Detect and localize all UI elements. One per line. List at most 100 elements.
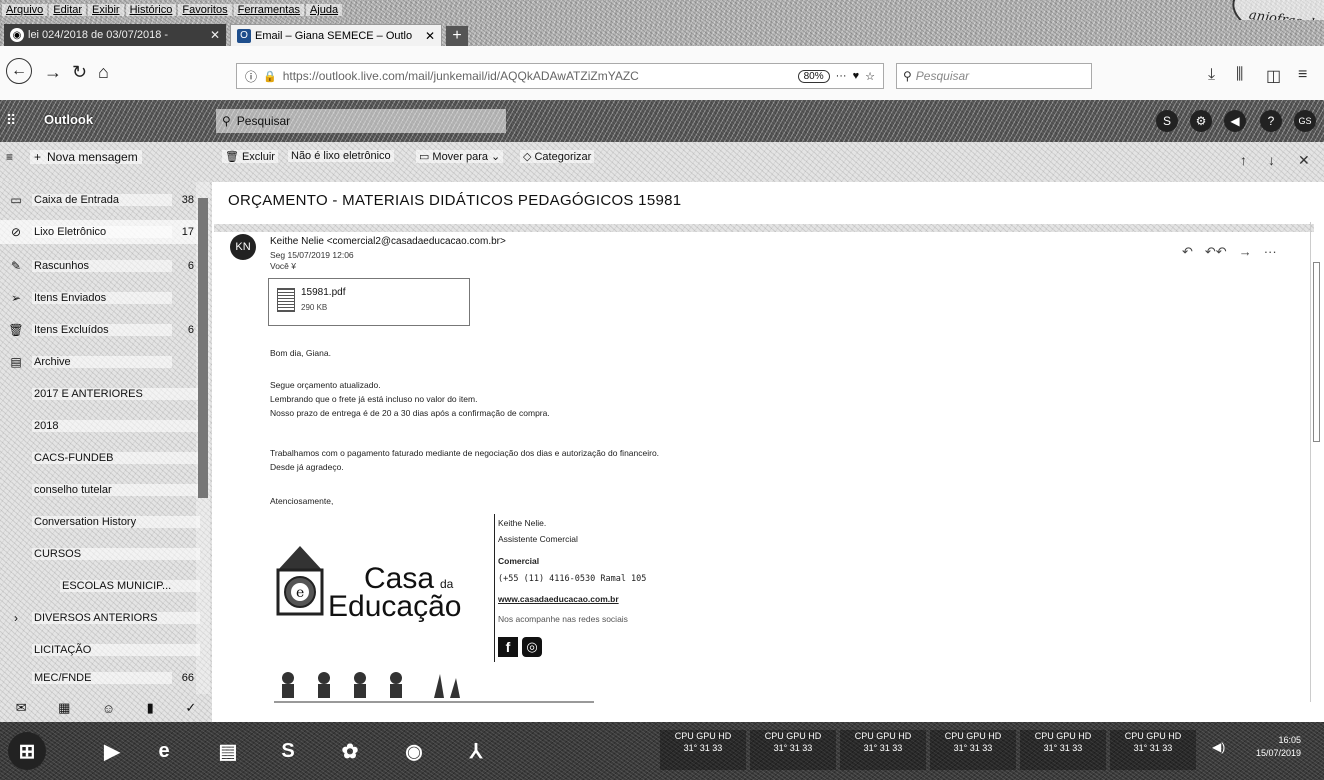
zoom-badge[interactable]: 80% xyxy=(797,69,830,83)
help-icon[interactable]: ? xyxy=(1260,110,1282,132)
folder-diversos[interactable]: › DIVERSOS ANTERIORS xyxy=(0,606,200,630)
skype-icon[interactable]: S xyxy=(268,732,308,770)
folder-mec[interactable]: MEC/FNDE 66 xyxy=(0,666,200,690)
reload-icon[interactable]: ↻ xyxy=(72,62,87,83)
close-icon[interactable]: ✕ xyxy=(1298,152,1310,169)
not-junk-button[interactable]: Não é lixo eletrônico xyxy=(288,150,394,162)
folder-cacs[interactable]: CACS-FUNDEB xyxy=(0,446,200,470)
instagram-icon[interactable]: ◎ xyxy=(522,637,542,657)
folder-conselho[interactable]: conselho tutelar xyxy=(0,478,200,502)
close-icon[interactable]: ✕ xyxy=(425,29,435,43)
attachment-name: 15981.pdf xyxy=(301,287,346,298)
more-icon[interactable]: ··· xyxy=(836,70,847,82)
body-line: Segue orçamento atualizado. xyxy=(270,380,381,390)
menu-arquivo[interactable]: Arquivo xyxy=(2,4,48,16)
attachment-card[interactable]: 15981.pdf 290 KB xyxy=(268,278,470,326)
calendar-icon[interactable]: ▦ xyxy=(58,700,70,716)
menu-ajuda[interactable]: Ajuda xyxy=(305,4,343,16)
reading-scrollbar[interactable] xyxy=(1310,222,1322,702)
forward-icon[interactable]: → xyxy=(44,62,62,83)
download-icon[interactable]: ⤓ xyxy=(1208,66,1215,84)
avatar[interactable]: GS xyxy=(1294,110,1316,132)
logo-small: da xyxy=(440,577,454,591)
app-launcher-icon[interactable]: ⠿ xyxy=(6,112,24,130)
down-arrow-icon[interactable]: ↓ xyxy=(1268,152,1275,168)
hamburger-icon[interactable]: ≡ xyxy=(6,150,13,164)
sidebar-icon[interactable]: ◫ xyxy=(1266,66,1281,86)
paint-icon[interactable]: ✿ xyxy=(330,732,370,770)
folder-drafts[interactable]: ✎ Rascunhos 6 xyxy=(0,254,200,278)
folder-2017[interactable]: 2017 E ANTERIORES xyxy=(0,382,200,406)
todo-icon[interactable]: ✓ xyxy=(185,700,196,716)
folder-licitacao[interactable]: LICITAÇÃO xyxy=(0,638,200,662)
menu-editar[interactable]: Editar xyxy=(49,4,87,16)
megaphone-icon[interactable]: ◀ xyxy=(1224,110,1246,132)
delete-button[interactable]: 🗑 Excluir xyxy=(222,150,278,163)
acrobat-icon[interactable]: ⅄ xyxy=(456,732,496,770)
mail-icon[interactable]: ✉ xyxy=(16,700,27,716)
categorize-button[interactable]: ◇ Categorizar xyxy=(520,150,595,163)
new-message-label: Nova mensagem xyxy=(47,150,138,164)
folder-junk[interactable]: ⊘ Lixo Eletrônico 17 xyxy=(0,220,200,244)
folder-sent[interactable]: ➢ Itens Enviados xyxy=(0,286,200,310)
gadget-values: 31° 31 33 xyxy=(863,743,903,753)
folder-cursos[interactable]: CURSOS xyxy=(0,542,200,566)
library-icon[interactable]: ⫼ xyxy=(1236,66,1243,84)
menu-ferramentas[interactable]: Ferramentas xyxy=(233,4,304,16)
outlook-logo[interactable]: Outlook xyxy=(44,112,93,127)
scrollbar-thumb[interactable] xyxy=(1313,262,1320,442)
file-explorer-icon[interactable]: ▤ xyxy=(208,732,248,770)
sender-address[interactable]: Keithe Nelie <comercial2@casadaeducacao.… xyxy=(270,236,506,247)
folder-deleted[interactable]: 🗑 Itens Excluídos 6 xyxy=(0,318,200,342)
forward-icon[interactable]: → xyxy=(1239,244,1252,260)
menu-favoritos[interactable]: Favoritos xyxy=(178,4,232,16)
tab-outlook[interactable]: O Email – Giana SEMECE – Outlo ✕ xyxy=(230,24,442,46)
reply-all-icon[interactable]: ↶↶ xyxy=(1205,244,1227,260)
tab-lei[interactable]: ◉ lei 024/2018 de 03/07/2018 - ✕ xyxy=(4,24,226,46)
people-icon[interactable]: ☺ xyxy=(102,701,115,716)
folder-scrollbar[interactable] xyxy=(196,182,210,694)
browser-search-box[interactable]: ⚲ Pesquisar xyxy=(896,63,1092,89)
recipient[interactable]: Você ¥ xyxy=(270,261,296,271)
mail-search-box[interactable]: ⚲ Pesquisar xyxy=(216,109,506,133)
volume-icon[interactable]: ◀) xyxy=(1212,740,1225,754)
info-icon[interactable]: ⓘ xyxy=(245,68,257,85)
start-button[interactable]: ⊞ xyxy=(8,732,46,770)
new-tab-button[interactable]: + xyxy=(446,26,468,46)
folder-conversation[interactable]: Conversation History xyxy=(0,510,200,534)
menu-exibir[interactable]: Exibir xyxy=(88,4,124,16)
firefox-icon[interactable]: ◉ xyxy=(394,732,434,770)
folder-inbox[interactable]: ▭ Caixa de Entrada 38 xyxy=(0,188,200,212)
folder-escolas[interactable]: ESCOLAS MUNICIP... xyxy=(0,574,200,598)
bookmark-star-icon[interactable]: ☆ xyxy=(865,70,875,83)
new-message-button[interactable]: + Nova mensagem xyxy=(30,150,142,164)
back-icon[interactable]: ← xyxy=(6,58,32,84)
chevron-right-icon[interactable]: › xyxy=(0,611,32,625)
clock-time: 16:05 xyxy=(1278,735,1302,745)
more-icon[interactable]: ··· xyxy=(1264,244,1277,260)
folder-archive[interactable]: ▤ Archive xyxy=(0,350,200,374)
files-icon[interactable]: ▮ xyxy=(147,700,154,716)
reply-icon[interactable]: ↶ xyxy=(1182,244,1193,260)
logo-e-letter: e xyxy=(296,585,304,601)
internet-explorer-icon[interactable]: e xyxy=(144,732,184,770)
menu-historico[interactable]: Histórico xyxy=(125,4,177,16)
pocket-icon[interactable]: ♥ xyxy=(853,70,860,82)
logo-roof xyxy=(278,546,322,570)
address-bar[interactable]: ⓘ 🔒 https://outlook.live.com/mail/junkem… xyxy=(236,63,884,89)
up-arrow-icon[interactable]: ↑ xyxy=(1240,152,1247,168)
system-clock[interactable]: 16:05 15/07/2019 xyxy=(1256,734,1301,760)
settings-icon[interactable]: ⚙ xyxy=(1190,110,1212,132)
scrollbar-thumb[interactable] xyxy=(198,198,208,498)
home-icon[interactable]: ⌂ xyxy=(98,62,109,83)
facebook-icon[interactable]: f xyxy=(498,637,518,657)
move-to-button[interactable]: ▭ Mover para ⌄ xyxy=(416,150,504,163)
hamburger-menu-icon[interactable]: ≡ xyxy=(1298,66,1307,84)
folder-2018[interactable]: 2018 xyxy=(0,414,200,438)
signature-site-link[interactable]: www.casadaeducacao.com.br xyxy=(498,594,619,604)
reading-pane: ORÇAMENTO - MATERIAIS DIDÁTICOS PEDAGÓGI… xyxy=(214,182,1324,722)
sender-avatar[interactable]: KN xyxy=(230,234,256,260)
close-icon[interactable]: ✕ xyxy=(210,28,220,42)
skype-icon[interactable]: S xyxy=(1156,110,1178,132)
media-player-icon[interactable]: ▶ xyxy=(92,732,132,770)
